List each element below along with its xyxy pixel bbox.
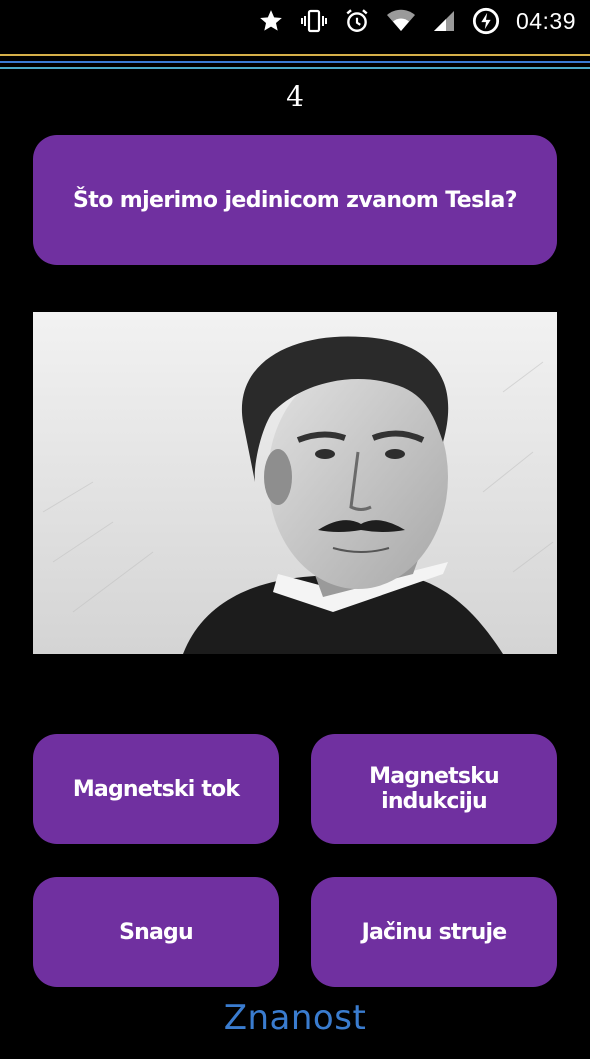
- divider-line: [0, 54, 590, 56]
- answer-button-3[interactable]: Snagu: [33, 877, 279, 987]
- answer-label: Jačinu struje: [361, 919, 508, 945]
- divider-line: [0, 61, 590, 63]
- answer-label: Snagu: [119, 919, 194, 945]
- status-bar: 04:39: [0, 0, 590, 42]
- question-number: 4: [286, 80, 304, 113]
- battery-charging-icon: [472, 7, 500, 35]
- divider-line: [0, 67, 590, 69]
- star-icon: [258, 7, 284, 35]
- question-image: [33, 312, 557, 654]
- answer-button-2[interactable]: Magnetsku indukciju: [311, 734, 557, 844]
- signal-icon: [432, 7, 456, 35]
- answer-label: Magnetsku indukciju: [369, 764, 500, 814]
- wifi-icon: [386, 7, 416, 35]
- status-time: 04:39: [515, 7, 576, 34]
- answer-button-4[interactable]: Jačinu struje: [311, 877, 557, 987]
- answer-label: Magnetski tok: [72, 776, 240, 802]
- question-text: Što mjerimo jedinicom zvanom Tesla?: [73, 187, 518, 213]
- vibrate-icon: [300, 7, 328, 35]
- category-label: Znanost: [223, 998, 367, 1038]
- answer-button-1[interactable]: Magnetski tok: [33, 734, 279, 844]
- question-box: Što mjerimo jedinicom zvanom Tesla?: [33, 135, 557, 265]
- quiz-screen: 04:39 4 Što mjerimo jedinicom zvanom Tes…: [0, 0, 590, 1059]
- alarm-icon: [344, 7, 370, 35]
